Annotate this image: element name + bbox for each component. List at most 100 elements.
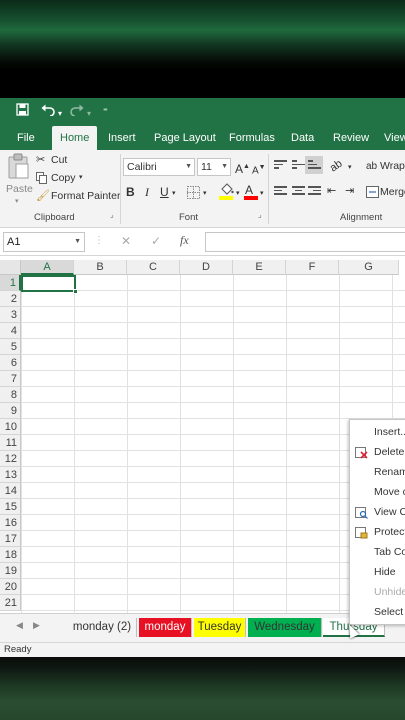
row-header-12[interactable]: 12: [0, 451, 21, 467]
column-header-d[interactable]: D: [180, 260, 233, 275]
row-header-7[interactable]: 7: [0, 371, 21, 387]
context-menu-item[interactable]: Delete: [350, 442, 405, 462]
row-header-14[interactable]: 14: [0, 483, 21, 499]
italic-button[interactable]: I: [145, 185, 149, 199]
cell-area[interactable]: [21, 275, 405, 613]
row-header-21[interactable]: 21: [0, 595, 21, 611]
row-header-19[interactable]: 19: [0, 563, 21, 579]
enter-entry-button[interactable]: ✓: [151, 234, 161, 248]
underline-button[interactable]: U: [160, 185, 169, 199]
font-size-combo[interactable]: 11 ▼: [197, 158, 231, 176]
formula-input[interactable]: [205, 232, 405, 252]
middle-align-icon[interactable]: [292, 160, 305, 172]
context-menu-item[interactable]: View Co: [350, 502, 405, 522]
redo-dropdown-icon[interactable]: ▾: [87, 105, 91, 123]
row-header-8[interactable]: 8: [0, 387, 21, 403]
borders-dropdown-icon[interactable]: ▾: [203, 187, 207, 201]
cancel-entry-button[interactable]: ✕: [121, 234, 131, 248]
wrap-text-button[interactable]: Wrap: [380, 160, 405, 172]
tab-page-layout[interactable]: Page Layout: [154, 126, 216, 150]
column-header-b[interactable]: B: [74, 260, 127, 275]
tab-view[interactable]: View: [384, 126, 405, 150]
font-launcher-icon[interactable]: ⌟: [258, 210, 262, 219]
underline-dropdown-icon[interactable]: ▾: [172, 187, 176, 201]
fill-handle[interactable]: [73, 289, 78, 294]
align-right-icon[interactable]: [308, 186, 321, 198]
tab-file[interactable]: File: [17, 126, 35, 150]
merge-center-button[interactable]: Merge: [380, 186, 405, 198]
font-name-combo[interactable]: Calibri ▼: [123, 158, 195, 176]
row-header-17[interactable]: 17: [0, 531, 21, 547]
column-header-a[interactable]: A: [21, 260, 74, 275]
video-top-band: [0, 0, 405, 98]
tab-formulas[interactable]: Formulas: [229, 126, 275, 150]
tab-data[interactable]: Data: [291, 126, 314, 150]
row-header-13[interactable]: 13: [0, 467, 21, 483]
row-header-4[interactable]: 4: [0, 323, 21, 339]
context-menu-item[interactable]: Tab Co: [350, 542, 405, 562]
row-header-15[interactable]: 15: [0, 499, 21, 515]
decrease-indent-icon[interactable]: ⇤: [327, 184, 336, 198]
paste-button[interactable]: Paste ▾: [3, 153, 33, 205]
bottom-align-icon[interactable]: [308, 160, 321, 172]
redo-icon[interactable]: [70, 103, 84, 121]
tab-review[interactable]: Review: [333, 126, 369, 150]
align-center-icon[interactable]: [292, 186, 305, 198]
context-menu-item[interactable]: Protect: [350, 522, 405, 542]
sheet-tab-monday[interactable]: monday: [139, 618, 192, 637]
row-header-9[interactable]: 9: [0, 403, 21, 419]
column-header-g[interactable]: G: [339, 260, 399, 275]
top-align-icon[interactable]: [274, 160, 287, 172]
orientation-icon[interactable]: ab: [327, 157, 345, 175]
tab-insert[interactable]: Insert: [108, 126, 136, 150]
row-header-16[interactable]: 16: [0, 515, 21, 531]
cut-button[interactable]: ✂ Cut: [36, 153, 96, 169]
align-left-icon[interactable]: [274, 186, 287, 198]
undo-dropdown-icon[interactable]: ▾: [58, 105, 62, 123]
fill-color-dropdown-icon[interactable]: ▾: [236, 187, 240, 201]
column-header-c[interactable]: C: [127, 260, 180, 275]
context-menu-item[interactable]: Renam: [350, 462, 405, 482]
column-header-f[interactable]: F: [286, 260, 339, 275]
shrink-font-button[interactable]: A▼: [252, 161, 266, 178]
context-menu-item[interactable]: Hide: [350, 562, 405, 582]
font-color-button[interactable]: A: [243, 183, 259, 203]
row-header-10[interactable]: 10: [0, 419, 21, 435]
customize-qat-icon[interactable]: ⁼: [103, 102, 108, 120]
row-header-3[interactable]: 3: [0, 307, 21, 323]
row-header-11[interactable]: 11: [0, 435, 21, 451]
sheet-tab-monday-2[interactable]: monday (2): [68, 618, 137, 637]
save-icon[interactable]: [16, 103, 29, 121]
name-box[interactable]: A1 ▼: [3, 232, 85, 252]
grow-font-button[interactable]: A▲: [235, 160, 250, 176]
orientation-dropdown-icon[interactable]: ▾: [348, 161, 352, 175]
context-menu-item[interactable]: Select A: [350, 602, 405, 622]
increase-indent-icon[interactable]: ⇥: [345, 184, 354, 198]
scroll-tabs-right-icon[interactable]: ▶: [33, 620, 40, 631]
row-header-2[interactable]: 2: [0, 291, 21, 307]
context-menu-item[interactable]: Move c: [350, 482, 405, 502]
active-cell-a1[interactable]: [21, 275, 76, 292]
row-header-1[interactable]: 1: [0, 275, 21, 291]
format-painter-button[interactable]: 🖌 Format Painter: [36, 189, 120, 205]
row-header-5[interactable]: 5: [0, 339, 21, 355]
tab-home[interactable]: Home: [52, 126, 98, 150]
undo-icon[interactable]: [41, 103, 55, 121]
row-header-6[interactable]: 6: [0, 355, 21, 371]
sheet-tab-wednesday[interactable]: Wednesday: [248, 618, 322, 637]
select-all-button[interactable]: [0, 260, 21, 275]
sheet-tab-tuesday[interactable]: Tuesday: [194, 618, 246, 637]
fill-color-button[interactable]: [218, 183, 236, 203]
scroll-tabs-left-icon[interactable]: ◀: [16, 620, 23, 631]
copy-button[interactable]: Copy ▾: [36, 171, 96, 187]
clipboard-launcher-icon[interactable]: ⌟: [110, 210, 114, 219]
row-header-18[interactable]: 18: [0, 547, 21, 563]
bold-button[interactable]: B: [126, 185, 135, 199]
borders-icon[interactable]: [187, 186, 200, 199]
insert-function-button[interactable]: fx: [180, 233, 189, 248]
worksheet-grid[interactable]: ABCDEFG 1 2 3 4 5 6 7 8 9 10 11 12 13 14 15 16 17 18 19 20 2…: [0, 260, 405, 613]
context-menu-item[interactable]: Insert...: [350, 422, 405, 442]
row-header-20[interactable]: 20: [0, 579, 21, 595]
column-header-e[interactable]: E: [233, 260, 286, 275]
font-color-dropdown-icon[interactable]: ▾: [260, 187, 264, 201]
